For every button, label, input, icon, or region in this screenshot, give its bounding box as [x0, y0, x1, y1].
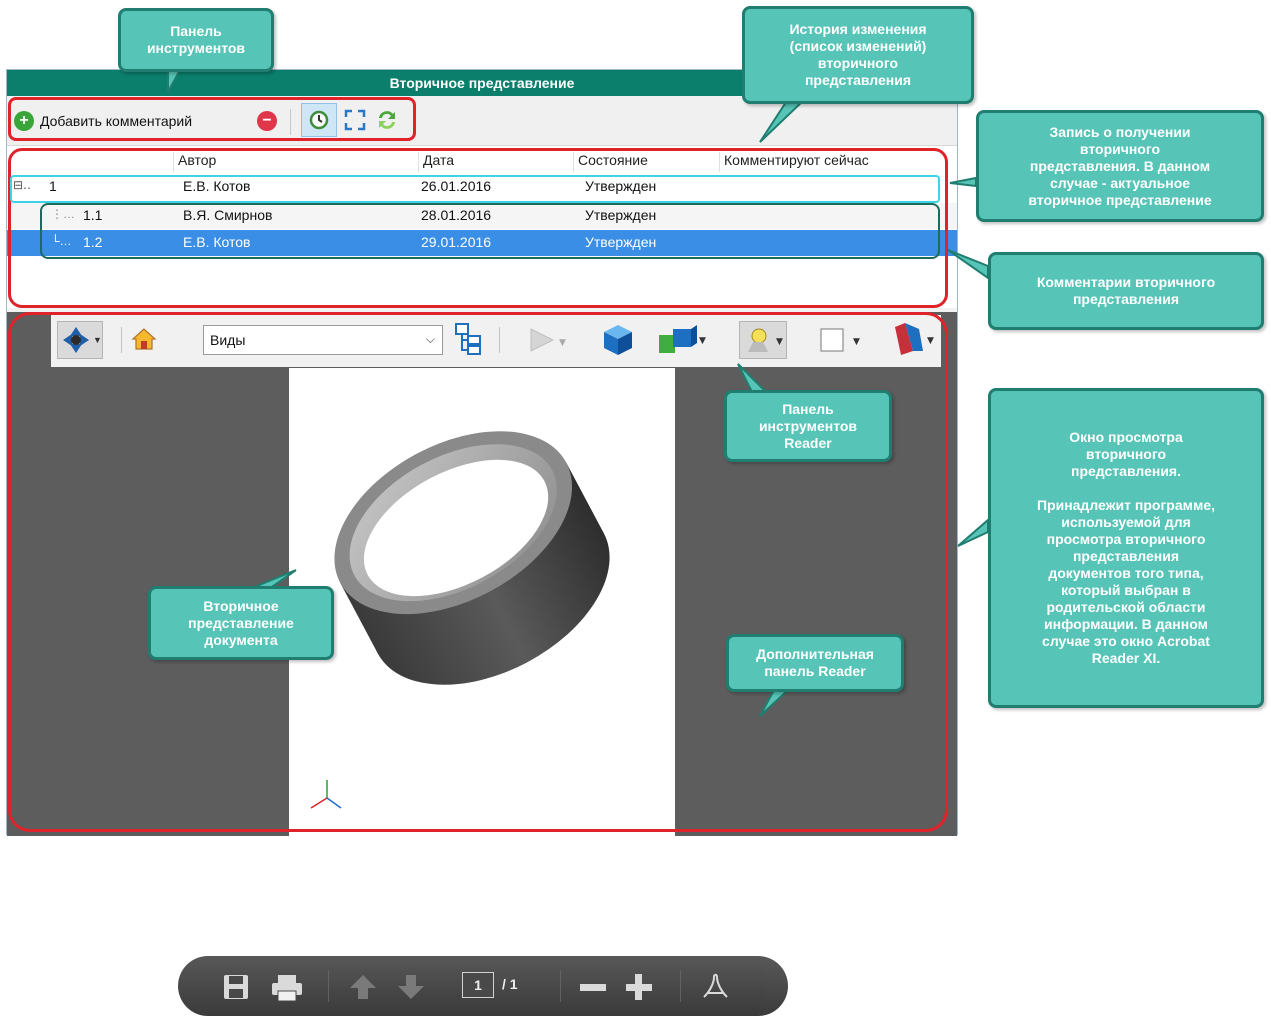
zoom-out-button[interactable] [578, 973, 608, 1006]
next-page-icon [398, 975, 424, 999]
toolbar-separator [328, 970, 329, 1002]
callout-view-window: Окно просмотра вторичного представления.… [988, 388, 1264, 708]
callout-record: Запись о получении вторичного представле… [976, 110, 1264, 222]
prev-page-icon [350, 975, 376, 999]
print-button[interactable] [270, 973, 304, 1008]
save-icon [224, 975, 248, 999]
toolbar-separator [680, 970, 681, 1002]
next-page-button[interactable] [396, 973, 426, 1006]
prev-page-button[interactable] [348, 973, 378, 1006]
zoom-out-icon [580, 984, 606, 991]
acrobat-button[interactable] [700, 973, 730, 1006]
comments-highlight [40, 203, 940, 259]
zoom-in-icon [626, 974, 652, 1000]
page-total: / 1 [502, 976, 518, 992]
callout-extra-panel: Дополнительная панель Reader [726, 634, 904, 692]
save-button[interactable] [222, 973, 252, 1006]
acrobat-icon [703, 973, 728, 998]
reader-extra-toolbar: 1 / 1 [178, 956, 788, 1016]
callout-reader-toolbar: Панель инструментов Reader [724, 390, 892, 462]
record-highlight [10, 175, 940, 203]
toolbar-highlight [8, 97, 416, 141]
toolbar-separator [560, 970, 561, 1002]
page-number-input[interactable]: 1 [462, 972, 494, 998]
callout-comments: Комментарии вторичного представления [988, 252, 1264, 330]
callout-history: История изменения (список изменений) вто… [742, 6, 974, 104]
callout-toolbar-panel: Панель инструментов [118, 8, 274, 72]
print-icon [272, 975, 302, 1002]
callout-doc-view: Вторичное представление документа [148, 586, 334, 660]
zoom-in-button[interactable] [624, 973, 654, 1006]
